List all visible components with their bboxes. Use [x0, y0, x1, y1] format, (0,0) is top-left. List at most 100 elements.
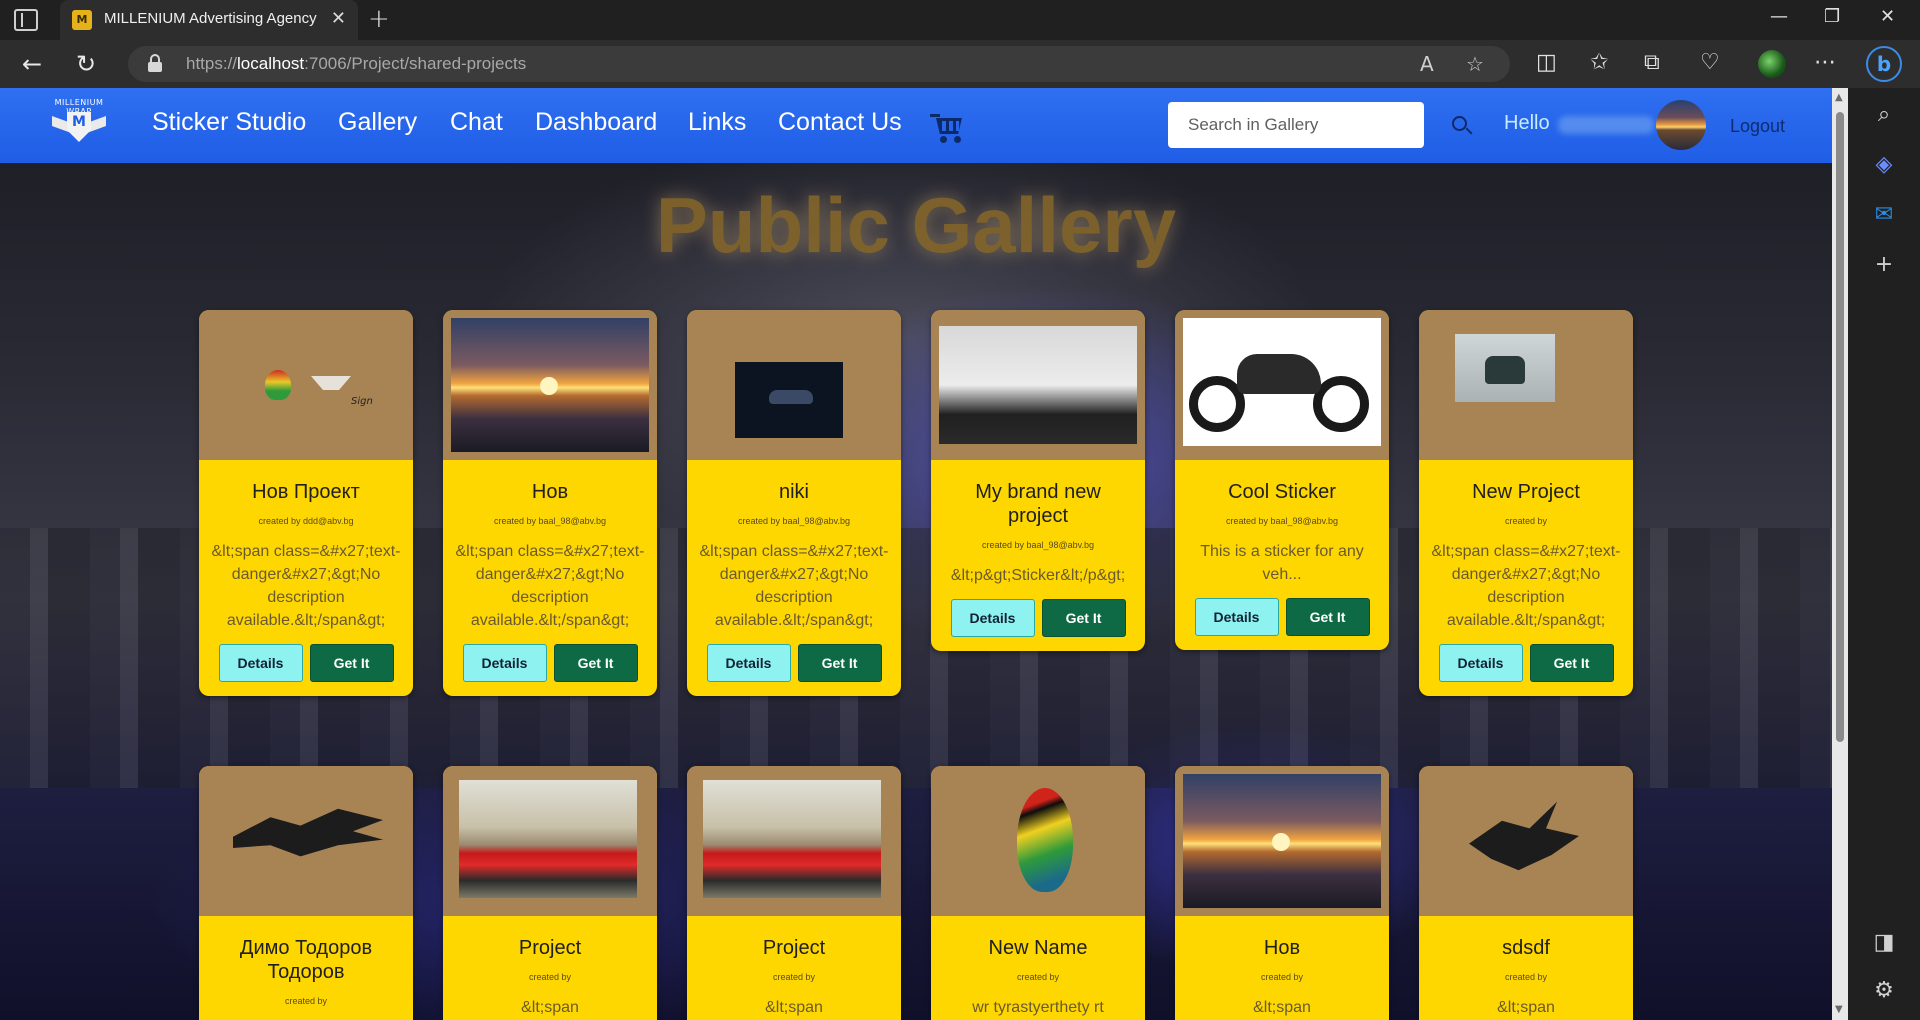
gallery-card: Димо Тодоров Тодоров created by	[199, 766, 413, 1020]
more-options-icon[interactable]: ⋯	[1814, 50, 1836, 75]
card-description: &lt;span class=&#x27;text-danger&#x27;&g…	[699, 543, 889, 629]
details-button[interactable]: Details	[950, 599, 1035, 637]
gallery-card: Нов created by baal_98@abv.bg &lt;span c…	[443, 310, 657, 696]
shopping-cart-icon[interactable]	[930, 114, 966, 144]
card-creator: created by baal_98@abv.bg	[1225, 516, 1339, 526]
card-creator: created by	[1504, 972, 1548, 982]
minimize-icon[interactable]: —	[1770, 6, 1788, 27]
card-thumbnail[interactable]	[931, 310, 1145, 460]
card-creator: created by	[284, 996, 328, 1006]
card-thumbnail[interactable]	[687, 766, 901, 916]
card-title: Нов Проект	[252, 481, 360, 503]
scroll-up-icon[interactable]: ▲	[1835, 92, 1843, 103]
browser-toolbar: ← ↻ https://localhost:7006/Project/share…	[0, 40, 1920, 88]
nav-sticker-studio[interactable]: Sticker Studio	[152, 108, 306, 137]
details-button[interactable]: Details	[1438, 644, 1523, 682]
card-creator: created by ddd@abv.bg	[258, 516, 354, 526]
maximize-icon[interactable]: ❐	[1824, 6, 1840, 27]
sidebar-search-icon[interactable]: ⌕	[1872, 102, 1896, 127]
nav-gallery[interactable]: Gallery	[338, 108, 417, 137]
logout-link[interactable]: Logout	[1730, 116, 1785, 137]
lock-icon[interactable]	[148, 54, 162, 72]
gallery-card: Нов created by &lt;span	[1175, 766, 1389, 1020]
card-creator: created by	[1260, 972, 1304, 982]
tab-actions-icon[interactable]	[14, 9, 38, 31]
nav-links[interactable]: Links	[688, 108, 746, 137]
nav-dashboard[interactable]: Dashboard	[535, 108, 657, 137]
details-button[interactable]: Details	[706, 644, 791, 682]
back-icon[interactable]: ←	[22, 50, 42, 78]
nav-contact-us[interactable]: Contact Us	[778, 108, 902, 137]
gallery-card: New Project created by &lt;span class=&#…	[1419, 310, 1633, 696]
get-it-button[interactable]: Get It	[553, 644, 638, 682]
card-title: My brand new project	[975, 481, 1101, 527]
url-text[interactable]: https://localhost:7006/Project/shared-pr…	[186, 54, 526, 74]
collections-icon[interactable]: ⧉	[1644, 50, 1660, 75]
details-button[interactable]: Details	[218, 644, 303, 682]
card-thumbnail[interactable]	[1419, 766, 1633, 916]
get-it-button[interactable]: Get It	[797, 644, 882, 682]
gallery-card: Project created by &lt;span	[443, 766, 657, 1020]
details-button[interactable]: Details	[462, 644, 547, 682]
search-icon[interactable]	[1452, 116, 1474, 138]
card-description: This is a sticker for any veh...	[1200, 543, 1364, 583]
card-thumbnail[interactable]: Sign	[199, 310, 413, 460]
gallery-card: Cool Sticker created by baal_98@abv.bg T…	[1175, 310, 1389, 650]
site-favicon-icon: M	[72, 10, 92, 30]
card-title: New Project	[1472, 481, 1580, 503]
nav-chat[interactable]: Chat	[450, 108, 503, 137]
site-navbar: MILLENIUM WRAP M Sticker Studio Gallery …	[0, 88, 1832, 163]
get-it-button[interactable]: Get It	[1041, 599, 1126, 637]
site-logo[interactable]: MILLENIUM WRAP M	[50, 98, 108, 154]
details-button[interactable]: Details	[1194, 598, 1279, 636]
scroll-thumb[interactable]	[1836, 112, 1844, 742]
card-thumbnail[interactable]	[931, 766, 1145, 916]
read-aloud-icon[interactable]: A	[1420, 52, 1434, 76]
card-thumbnail[interactable]	[1175, 310, 1389, 460]
close-window-icon[interactable]: ✕	[1880, 6, 1895, 27]
card-thumbnail[interactable]	[1419, 310, 1633, 460]
close-tab-icon[interactable]: ✕	[331, 8, 346, 29]
address-bar[interactable]: https://localhost:7006/Project/shared-pr…	[128, 46, 1510, 82]
card-thumbnail[interactable]	[1175, 766, 1389, 916]
sidebar-outlook-icon[interactable]: ✉	[1872, 202, 1896, 227]
get-it-button[interactable]: Get It	[309, 644, 394, 682]
refresh-icon[interactable]: ↻	[76, 50, 96, 78]
page-scrollbar[interactable]: ▲ ▼	[1832, 88, 1848, 1020]
sidebar-copilot-icon[interactable]: ◈	[1872, 152, 1896, 177]
card-title: Project	[762, 937, 826, 959]
edge-sidebar: ⌕ ◈ ✉ + ◨ ⚙	[1848, 88, 1920, 1020]
card-creator: created by	[528, 972, 572, 982]
card-thumbnail[interactable]	[443, 766, 657, 916]
card-thumbnail[interactable]	[199, 766, 413, 916]
sidebar-toggle-icon[interactable]: ◨	[1872, 930, 1896, 955]
card-description: &lt;span	[1497, 999, 1555, 1016]
card-thumbnail[interactable]	[687, 310, 901, 460]
username-blurred	[1558, 116, 1654, 134]
copilot-icon[interactable]: b	[1866, 46, 1902, 82]
card-description: &lt;span class=&#x27;text-danger&#x27;&g…	[455, 543, 645, 629]
user-avatar[interactable]	[1656, 100, 1706, 150]
card-creator: created by baal_98@abv.bg	[981, 540, 1095, 550]
card-description: &lt;span	[521, 999, 579, 1016]
browser-essentials-icon[interactable]: ♡	[1700, 50, 1720, 75]
new-tab-icon[interactable]: +	[368, 4, 390, 34]
sidebar-settings-icon[interactable]: ⚙	[1872, 978, 1896, 1003]
profile-avatar-icon[interactable]	[1758, 50, 1786, 78]
favorites-icon[interactable]: ✩	[1590, 50, 1608, 75]
card-thumbnail[interactable]	[443, 310, 657, 460]
gallery-card: sdsdf created by &lt;span	[1419, 766, 1633, 1020]
favorite-star-icon[interactable]: ☆	[1466, 52, 1484, 76]
browser-tab[interactable]: M MILLENIUM Advertising Agency ✕	[60, 0, 358, 40]
get-it-button[interactable]: Get It	[1529, 644, 1614, 682]
sidebar-add-icon[interactable]: +	[1872, 252, 1896, 277]
split-screen-icon[interactable]: ◫	[1536, 50, 1557, 75]
gallery-card: Sign Нов Проект created by ddd@abv.bg &l…	[199, 310, 413, 696]
card-title: sdsdf	[1502, 937, 1550, 959]
card-title: New Name	[988, 937, 1088, 959]
gallery-search-input[interactable]	[1168, 102, 1424, 148]
browser-tab-bar: M MILLENIUM Advertising Agency ✕ + — ❐ ✕	[0, 0, 1920, 40]
card-description: &lt;span	[1253, 999, 1311, 1016]
get-it-button[interactable]: Get It	[1285, 598, 1370, 636]
scroll-down-icon[interactable]: ▼	[1835, 1004, 1843, 1015]
